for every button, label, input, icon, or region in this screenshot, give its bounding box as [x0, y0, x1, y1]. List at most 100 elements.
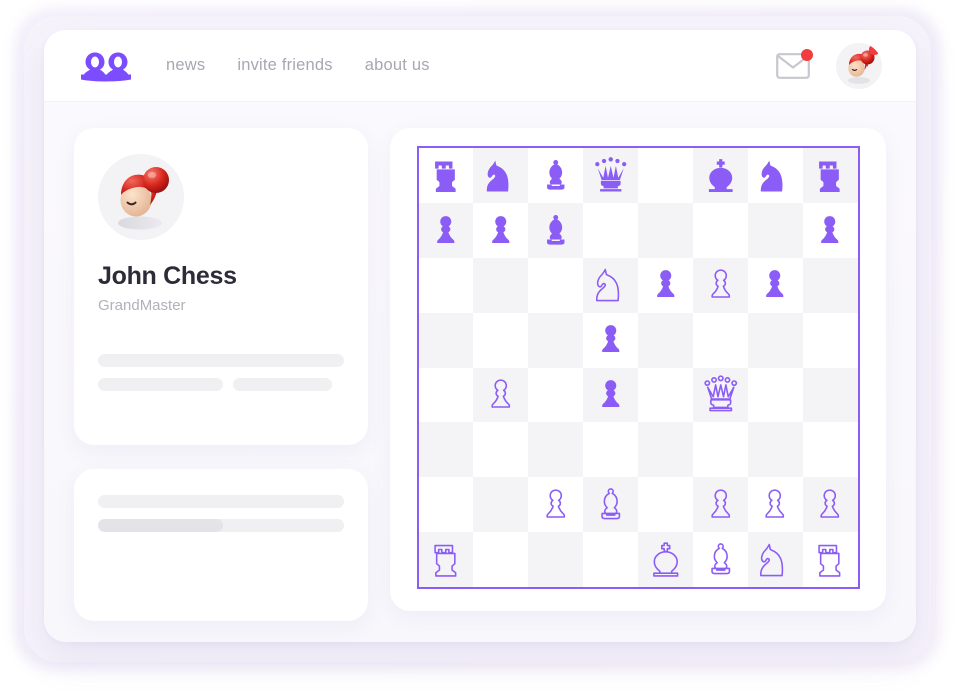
board-square-g5[interactable]	[747, 312, 803, 368]
board-square-h7[interactable]	[802, 202, 858, 258]
board-square-c4[interactable]	[528, 367, 584, 423]
board-square-b2[interactable]	[473, 477, 529, 533]
avatar-notification-badge	[869, 43, 880, 55]
board-square-h3[interactable]	[802, 422, 858, 478]
board-square-h5[interactable]	[802, 312, 858, 368]
board-square-g1[interactable]	[747, 532, 803, 587]
board-square-f2[interactable]	[692, 477, 748, 533]
board-square-c3[interactable]	[528, 422, 584, 478]
board-square-b1[interactable]	[473, 532, 529, 587]
board-square-b5[interactable]	[473, 312, 529, 368]
board-square-g8[interactable]	[747, 148, 803, 203]
nav-link-invite-friends[interactable]: invite friends	[237, 56, 332, 75]
board-square-a1[interactable]	[418, 532, 474, 587]
page-body: John Chess GrandMaster	[44, 102, 916, 642]
board-square-f1[interactable]	[692, 532, 748, 587]
navbar-actions	[776, 42, 882, 89]
board-square-d5[interactable]	[583, 312, 638, 368]
board-square-e8[interactable]	[638, 148, 693, 203]
board-square-h8[interactable]	[802, 148, 858, 203]
white-pawn-icon	[820, 489, 840, 518]
board-square-a6[interactable]	[418, 257, 474, 313]
board-square-c1[interactable]	[528, 532, 584, 587]
profile-avatar[interactable]	[98, 154, 184, 240]
black-rook-icon	[435, 161, 456, 192]
white-pawn-icon	[710, 489, 730, 518]
messages-button[interactable]	[776, 48, 813, 79]
board-square-e3[interactable]	[638, 422, 693, 478]
two-pawns-logo[interactable]	[76, 49, 136, 83]
board-square-g6[interactable]	[747, 257, 803, 313]
black-pawn-icon	[821, 215, 839, 243]
black-knight-icon	[486, 160, 509, 192]
user-avatar-icon	[98, 154, 184, 240]
board-square-c7[interactable]	[528, 202, 584, 258]
black-knight-icon	[761, 160, 783, 192]
board-square-d8[interactable]	[583, 148, 638, 203]
nav-link-news[interactable]: news	[166, 56, 205, 75]
white-queen-icon	[703, 375, 737, 412]
board-square-e7[interactable]	[638, 202, 693, 258]
board-square-f6[interactable]	[692, 257, 748, 313]
board-square-h1[interactable]	[802, 532, 858, 587]
board-square-d2[interactable]	[583, 477, 638, 533]
board-square-h6[interactable]	[802, 257, 858, 313]
board-square-h2[interactable]	[802, 477, 858, 533]
board-square-d7[interactable]	[583, 202, 638, 258]
board-square-e5[interactable]	[638, 312, 693, 368]
skeleton-bar-full	[98, 354, 344, 367]
white-king-icon	[652, 542, 679, 577]
board-square-g2[interactable]	[747, 477, 803, 533]
board-square-b7[interactable]	[473, 202, 529, 258]
board-square-a8[interactable]	[418, 148, 474, 203]
top-navbar: news invite friends about us	[44, 30, 916, 102]
board-square-d3[interactable]	[583, 422, 638, 478]
board-square-a4[interactable]	[418, 367, 474, 423]
board-square-f8[interactable]	[692, 148, 748, 203]
black-pawn-icon	[656, 270, 675, 298]
white-pawn-icon	[491, 379, 511, 408]
board-square-e2[interactable]	[638, 477, 693, 533]
board-square-a2[interactable]	[418, 477, 474, 533]
nav-links: news invite friends about us	[166, 56, 776, 75]
board-square-c8[interactable]	[528, 148, 584, 203]
board-square-h4[interactable]	[802, 367, 858, 423]
board-square-b6[interactable]	[473, 257, 529, 313]
black-bishop-icon	[546, 159, 565, 190]
board-square-f3[interactable]	[692, 422, 748, 478]
board-square-f7[interactable]	[692, 202, 748, 258]
board-square-b3[interactable]	[473, 422, 529, 478]
board-square-f5[interactable]	[692, 312, 748, 368]
board-square-e4[interactable]	[638, 367, 693, 423]
board-square-g7[interactable]	[747, 202, 803, 258]
white-rook-icon	[818, 544, 841, 577]
skeleton-row	[98, 378, 344, 391]
board-square-e1[interactable]	[638, 532, 693, 587]
white-pawn-icon	[710, 269, 730, 299]
browser-window: news invite friends about us John Chess …	[44, 30, 916, 642]
board-square-a7[interactable]	[418, 202, 474, 258]
board-square-c5[interactable]	[528, 312, 584, 368]
board-square-g3[interactable]	[747, 422, 803, 478]
board-square-d1[interactable]	[583, 532, 638, 587]
board-square-a3[interactable]	[418, 422, 474, 478]
board-square-b4[interactable]	[473, 367, 529, 423]
board-square-a5[interactable]	[418, 312, 474, 368]
board-square-g4[interactable]	[747, 367, 803, 423]
board-square-f4[interactable]	[692, 367, 748, 423]
black-bishop-icon	[546, 214, 565, 245]
chess-board[interactable]	[416, 146, 860, 589]
profile-role: GrandMaster	[98, 297, 186, 314]
board-square-d6[interactable]	[583, 257, 638, 313]
board-square-b8[interactable]	[473, 148, 529, 203]
nav-link-about-us[interactable]: about us	[365, 56, 430, 75]
board-square-e6[interactable]	[638, 257, 693, 313]
avatar[interactable]	[836, 42, 882, 89]
white-pawn-icon	[765, 489, 785, 518]
messages-notification-badge	[801, 48, 813, 61]
board-square-c2[interactable]	[528, 477, 584, 533]
left-column: John Chess GrandMaster	[74, 128, 368, 642]
skeleton-bar-half-left	[98, 378, 224, 391]
board-square-c6[interactable]	[528, 257, 584, 313]
board-square-d4[interactable]	[583, 367, 638, 423]
